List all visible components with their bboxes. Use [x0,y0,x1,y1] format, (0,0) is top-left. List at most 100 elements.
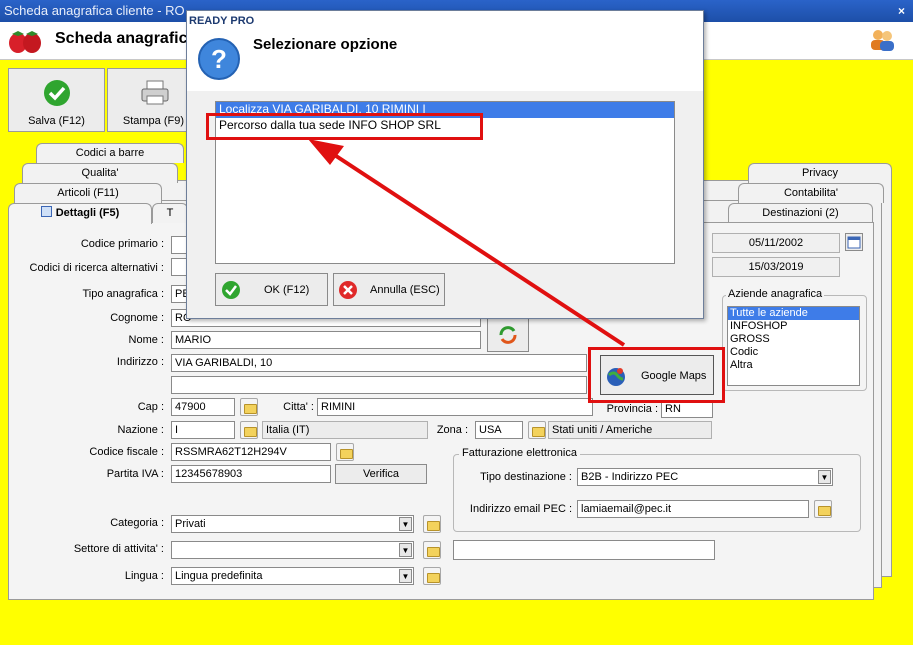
categoria-value: Privati [175,518,206,530]
folder-icon[interactable] [423,515,441,533]
chevron-down-icon[interactable]: ▼ [399,517,412,531]
option-highlight [206,113,483,140]
cancel-button[interactable]: Annulla (ESC) [333,273,445,306]
tipo-destinazione-select[interactable]: B2B - Indirizzo PEC ▼ [577,468,833,486]
print-label: Stampa (F9) [122,115,184,127]
label-cognome: Cognome : [110,312,164,324]
verifica-button[interactable]: Verifica [335,464,427,484]
settore-select[interactable]: ▼ [171,541,414,559]
cap-input[interactable]: 47900 [171,398,235,416]
checkmark-icon [222,281,240,299]
label-zona: Zona : [436,424,468,436]
label-codice-primario: Codice primario : [80,238,164,250]
codice-fiscale-input[interactable]: RSSMRA62T12H294V [171,443,331,461]
print-button[interactable]: Stampa (F9) [107,68,187,132]
label-lingua: Lingua : [124,570,164,582]
list-item[interactable]: GROSS [728,333,859,346]
nazione-name: Italia (IT) [262,421,428,439]
label-partita-iva: Partita IVA : [106,468,164,480]
ok-label: OK (F12) [264,284,310,296]
tab-dettagli-label: Dettagli (F5) [55,207,120,219]
cancel-icon [339,281,357,299]
label-categoria: Categoria : [110,517,164,529]
ok-button[interactable]: OK (F12) [215,273,328,306]
save-button[interactable]: Salva (F12) [8,68,105,132]
tab-partial[interactable]: T [152,203,188,223]
chevron-down-icon[interactable]: ▼ [399,543,412,557]
page-title: Scheda anagrafic [55,30,188,47]
pec-input[interactable]: lamiaemail@pec.it [577,500,809,518]
google-maps-button[interactable]: Google Maps [600,355,714,395]
indirizzo2-input[interactable] [171,376,587,394]
folder-icon[interactable] [814,500,832,518]
chevron-down-icon[interactable]: ▼ [818,470,831,484]
folder-icon[interactable] [240,421,258,439]
label-provincia: Provincia : [606,403,658,415]
folder-icon[interactable] [423,567,441,585]
refresh-icon [499,326,517,344]
aziende-title: Aziende anagrafica [726,288,825,300]
label-indirizzo: Indirizzo : [116,356,164,368]
lingua-select[interactable]: Lingua predefinita ▼ [171,567,414,585]
svg-text:?: ? [211,44,227,74]
close-icon[interactable]: × [898,0,905,22]
categoria-select[interactable]: Privati ▼ [171,515,414,533]
calendar-button[interactable] [845,233,863,251]
fatturazione-title: Fatturazione elettronica [459,447,580,459]
label-nome: Nome : [128,334,164,346]
tab-codici-a-barre[interactable]: Codici a barre [36,143,184,163]
partita-iva-input[interactable]: 12345678903 [171,465,331,483]
label-citta: Citta' : [283,401,314,413]
cancel-label: Annulla (ESC) [370,284,440,296]
list-item[interactable]: INFOSHOP [728,320,859,333]
label-tipo-destinazione: Tipo destinazione : [480,471,572,483]
users-icon[interactable] [868,27,896,53]
question-icon: ? [198,38,240,80]
label-pec: Indirizzo email PEC : [469,503,572,515]
label-tipo-anagrafica: Tipo anagrafica : [82,288,164,300]
list-item[interactable]: Altra [728,359,859,372]
globe-icon [607,368,625,386]
folder-icon[interactable] [336,443,354,461]
label-nazione: Nazione : [117,424,164,436]
zona-code-input[interactable]: USA [475,421,523,439]
google-maps-label: Google Maps [641,370,707,382]
tab-privacy[interactable]: Privacy [748,163,892,183]
strawberry-logo-icon [9,31,41,53]
calendar-icon [40,206,52,217]
tab-contabilita[interactable]: Contabilita' [738,183,884,203]
zona-name: Stati uniti / Americhe [548,421,712,439]
save-label: Salva (F12) [28,115,85,127]
printer-icon [141,80,169,105]
indirizzo-input[interactable]: VIA GARIBALDI, 10 [171,354,587,372]
label-codici-ricerca: Codici di ricerca alternativi : [29,262,165,274]
option-dialog: READY PRO ? Selezionare opzione Localizz… [186,10,704,319]
swap-button[interactable] [487,318,529,352]
folder-icon[interactable] [528,421,546,439]
checkmark-icon [44,80,70,106]
date-created: 05/11/2002 [712,233,840,253]
folder-icon[interactable] [423,541,441,559]
nazione-code-input[interactable]: I [171,421,235,439]
list-item[interactable]: Codic [728,346,859,359]
tab-articoli[interactable]: Articoli (F11) [14,183,162,203]
folder-icon[interactable] [240,398,258,416]
calendar-icon [847,236,861,249]
tab-qualita[interactable]: Qualita' [22,163,178,183]
dialog-title: READY PRO [187,11,703,31]
fatturazione-group [453,454,861,532]
label-codice-fiscale: Codice fiscale : [89,446,164,458]
nome-input[interactable]: MARIO [171,331,481,349]
window-title: Scheda anagrafica cliente - RO [4,3,185,18]
tab-dettagli[interactable]: Dettagli (F5) [8,203,152,224]
label-cap: Cap : [137,401,164,413]
lingua-value: Lingua predefinita [175,570,263,582]
date-modified: 15/03/2019 [712,257,840,277]
settore-extra-input[interactable] [453,540,715,560]
aziende-list[interactable]: Tutte le aziende INFOSHOP GROSS Codic Al… [727,306,860,386]
label-settore: Settore di attivita' : [73,543,164,555]
citta-input[interactable]: RIMINI [317,398,593,416]
list-item[interactable]: Tutte le aziende [728,307,859,320]
chevron-down-icon[interactable]: ▼ [399,569,412,583]
tab-destinazioni[interactable]: Destinazioni (2) [728,203,873,223]
